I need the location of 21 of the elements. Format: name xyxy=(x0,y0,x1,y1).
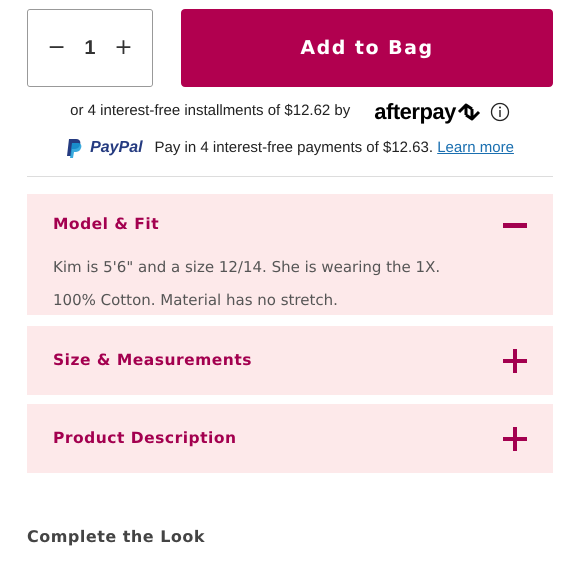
info-icon[interactable] xyxy=(490,102,510,122)
accordion-header[interactable]: Size & Measurements xyxy=(27,326,553,395)
learn-more-link[interactable]: Learn more xyxy=(437,138,514,156)
installments-text: or 4 interest-free installments of $12.62 by xyxy=(70,101,350,122)
quantity-value: 1 xyxy=(84,36,96,61)
paypal-installments-text: Pay in 4 interest-free payments of $12.63. Learn more xyxy=(154,138,514,158)
afterpay-arrows-icon xyxy=(456,102,482,122)
paypal-logo-icon xyxy=(66,138,82,158)
plus-icon xyxy=(503,348,527,372)
accordion-header[interactable]: Product Description xyxy=(27,404,553,473)
panel-text: 100% Cotton. Material has no stretch. xyxy=(53,290,339,311)
paypal-logo-text: PayPal xyxy=(90,138,143,158)
section-heading: Complete the Look xyxy=(27,526,206,548)
plus-icon xyxy=(503,426,527,450)
panel-text: Kim is 5'6" and a size 12/14. She is wearing the 1X. xyxy=(53,257,442,278)
decrement-button[interactable]: − xyxy=(43,37,70,59)
add-to-bag-button[interactable]: Add to Bag xyxy=(181,9,553,87)
afterpay-logo-text: afterpay xyxy=(374,98,456,126)
accordion-header[interactable]: Model & Fit xyxy=(27,194,553,256)
minus-icon xyxy=(503,222,527,228)
increment-button[interactable]: + xyxy=(110,37,137,59)
